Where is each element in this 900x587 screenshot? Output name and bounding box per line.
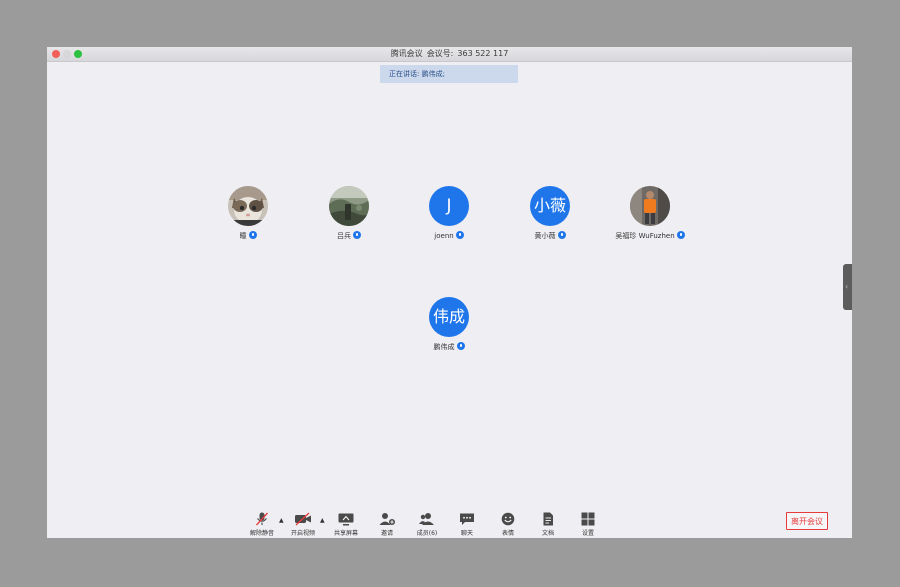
participant-name: 鹏伟成 (433, 343, 455, 351)
window-title: 腾讯会议 会议号: 363 522 117 (47, 47, 852, 61)
participant-tile[interactable]: J joenn (399, 186, 499, 241)
invite-label: 邀请 (380, 530, 393, 537)
meeting-window: 腾讯会议 会议号: 363 522 117 正在讲话: 鹏伟成; 瞳 吕兵 J … (47, 47, 852, 538)
share-screen-label: 共享屏幕 (333, 530, 358, 537)
meeting-id: 363 522 117 (457, 49, 509, 58)
mic-icon (248, 231, 257, 239)
speaking-banner: 正在讲话: 鹏伟成; (380, 65, 518, 83)
share-screen-icon (337, 511, 355, 526)
app-name: 腾讯会议 (390, 49, 423, 58)
settings-label: 设置 (581, 530, 594, 537)
landscape-avatar (329, 186, 369, 226)
initials-avatar: 小薇 (530, 186, 570, 226)
docs-label: 文档 (541, 530, 554, 537)
chevron-left-icon: ‹ (845, 282, 849, 291)
document-icon (539, 511, 557, 526)
participant-name: joenn (434, 232, 454, 240)
emoji-button[interactable]: 表情 (488, 511, 528, 537)
meeting-id-label: 会议号: (426, 49, 454, 58)
initials-avatar: 伟成 (429, 297, 469, 337)
smiley-icon (499, 511, 517, 526)
participant-name: 吕兵 (337, 232, 351, 240)
unmute-label: 解除静音 (249, 530, 274, 537)
leave-meeting-button[interactable]: 离开会议 (786, 512, 828, 530)
mic-icon (456, 342, 465, 350)
members-label: 成员(6) (416, 530, 438, 537)
person-avatar (630, 186, 670, 226)
mic-icon (557, 231, 566, 239)
members-button[interactable]: 成员(6) (407, 511, 447, 537)
mic-icon (455, 231, 464, 239)
chat-icon (458, 511, 476, 525)
add-user-icon (378, 511, 396, 525)
grid-settings-icon (579, 511, 597, 526)
members-icon (418, 511, 436, 525)
title-bar: 腾讯会议 会议号: 363 522 117 (47, 47, 852, 62)
participant-tile[interactable]: 伟成 鹏伟成 (399, 297, 499, 352)
share-screen-button[interactable]: 共享屏幕 (326, 511, 366, 537)
video-options-caret-icon[interactable]: ▲ (320, 517, 325, 524)
participant-tile[interactable]: 吕兵 (299, 186, 399, 241)
participant-tile[interactable]: 瞳 (198, 186, 298, 241)
participant-name: 吴福珍 WuFuzhen (615, 232, 675, 240)
emoji-label: 表情 (501, 530, 514, 537)
participant-tile[interactable]: 吴福珍 WuFuzhen (600, 186, 700, 241)
mic-icon (676, 231, 685, 239)
cat-avatar (228, 186, 268, 226)
muted-mic-icon (253, 511, 271, 526)
settings-button[interactable]: 设置 (568, 511, 608, 537)
unmute-button[interactable]: 解除静音 (242, 511, 282, 537)
participant-tile[interactable]: 小薇 黄小薇 (500, 186, 600, 241)
docs-button[interactable]: 文档 (528, 511, 568, 537)
chat-label: 聊天 (460, 530, 473, 537)
chat-button[interactable]: 聊天 (447, 511, 487, 537)
start-video-label: 开启视频 (290, 530, 315, 537)
video-off-icon (294, 511, 312, 526)
meeting-toolbar: 解除静音 ▲ 开启视频 ▲ 共享屏幕 邀请 成员(6) 聊天 表情 文档 设置 … (47, 507, 852, 538)
invite-button[interactable]: 邀请 (367, 511, 407, 537)
start-video-button[interactable]: 开启视频 (283, 511, 323, 537)
participant-name: 黄小薇 (534, 232, 556, 240)
initials-avatar: J (429, 186, 469, 226)
participant-name: 瞳 (239, 232, 247, 240)
side-panel-toggle[interactable]: ‹ (843, 264, 852, 310)
mic-icon (353, 231, 361, 239)
